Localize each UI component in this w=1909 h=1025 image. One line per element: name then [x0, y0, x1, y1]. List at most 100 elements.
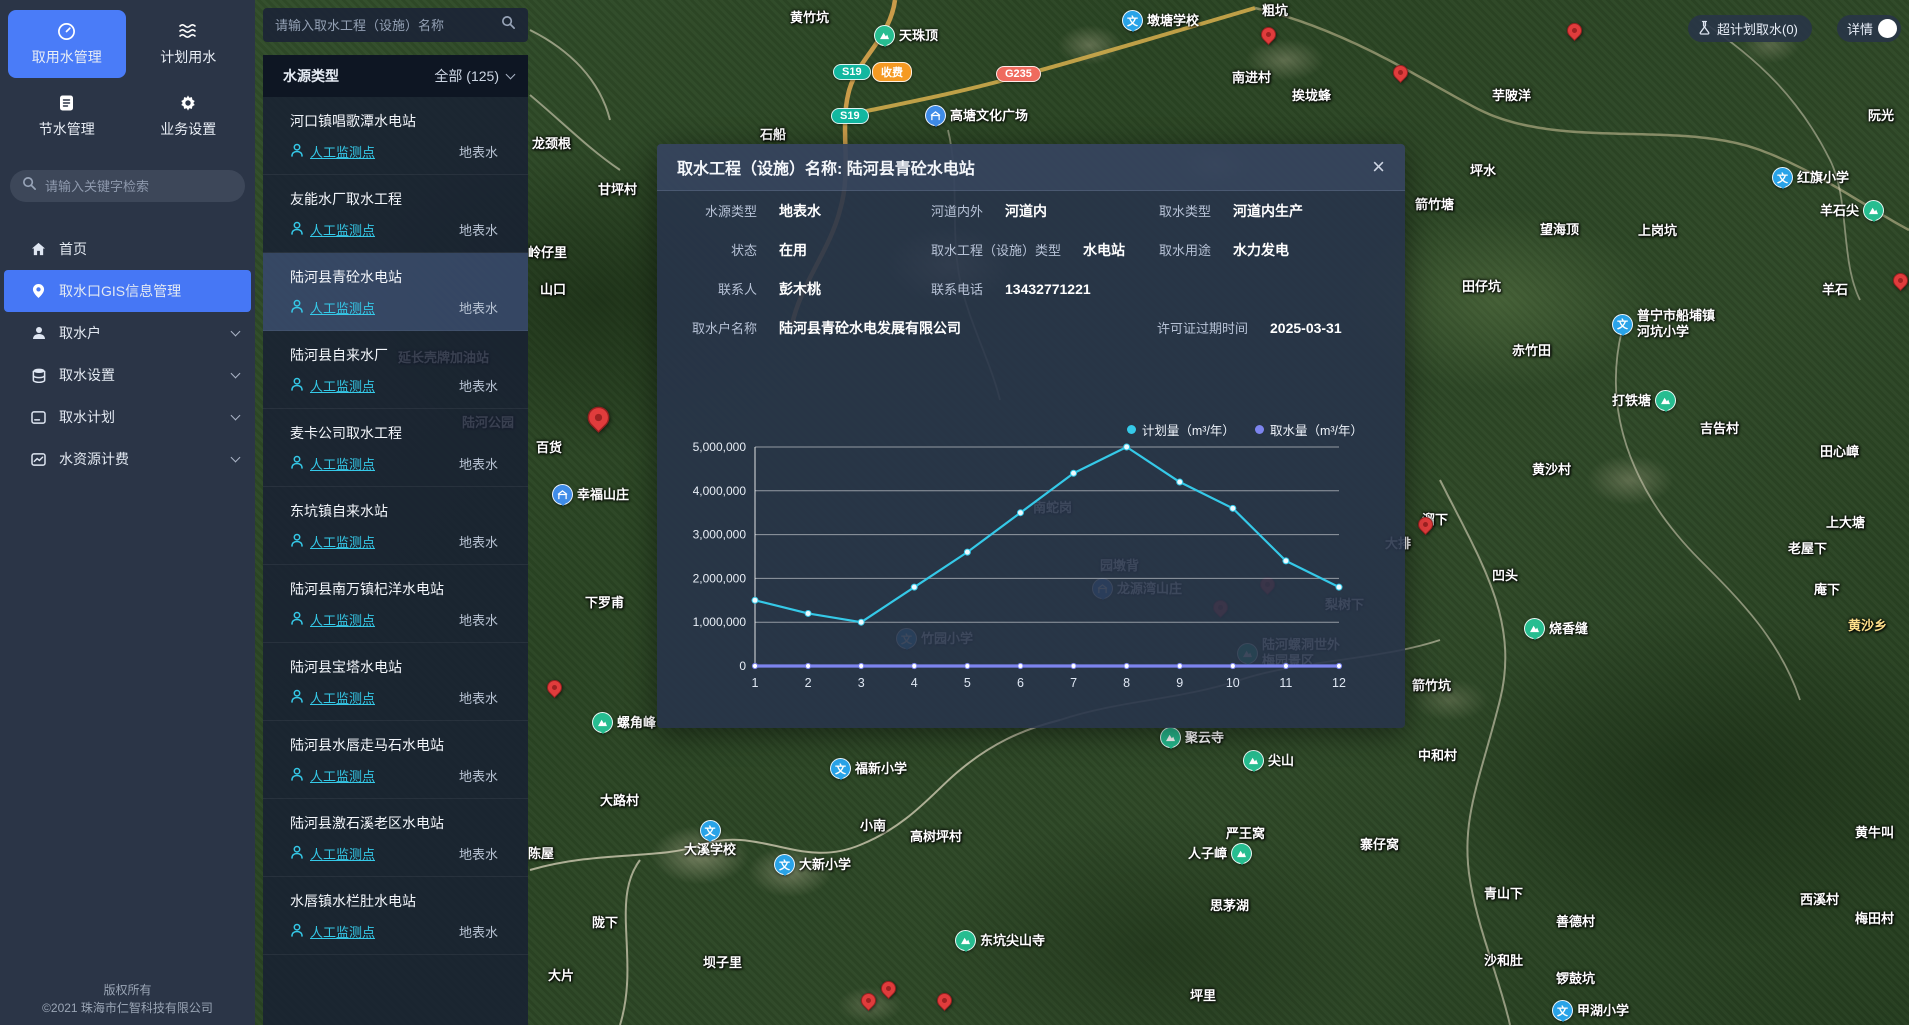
map-school-marker[interactable]: 文红旗小学 [1772, 167, 1849, 188]
monitor-link[interactable]: 人工监测点 [290, 376, 375, 395]
sidebar-item-1[interactable]: 首页 [0, 228, 255, 270]
map-school-marker[interactable]: 文大溪学校 [684, 820, 736, 858]
detail-row: 联系人彭木桃联系电话13432771221 [657, 269, 1405, 308]
map-place-label: 粗坑 [1262, 3, 1288, 19]
station-list-item[interactable]: 友能水厂取水工程人工监测点地表水 [263, 175, 528, 253]
svg-text:3: 3 [858, 676, 865, 690]
monitor-link[interactable]: 人工监测点 [290, 142, 375, 161]
keyword-search[interactable] [10, 170, 245, 202]
map-place-label: 坝子里 [703, 955, 742, 971]
map-school-marker[interactable]: 文大新小学 [774, 854, 851, 875]
app-tile-1[interactable]: 取用水管理 [8, 10, 126, 78]
map-mountain-marker[interactable]: 羊石尖 [1820, 200, 1884, 221]
map-marker-label: 红旗小学 [1797, 170, 1849, 186]
over-plan-button[interactable]: 超计划取水(0) [1688, 15, 1812, 42]
red-pin-marker[interactable] [1564, 20, 1585, 41]
map-marker-label: 人子嶂 [1188, 846, 1227, 862]
map-place-label: 下罗甫 [585, 595, 624, 611]
red-pin-marker[interactable] [1890, 270, 1909, 291]
map-mountain-marker[interactable]: 烧香缝 [1524, 618, 1588, 639]
detail-toggle[interactable]: 详情 [1837, 15, 1901, 42]
station-list-item[interactable]: 陆河县宝塔水电站人工监测点地表水 [263, 643, 528, 721]
sidebar-item-label: 取水设置 [59, 365, 115, 385]
monitor-link[interactable]: 人工监测点 [290, 766, 375, 785]
sidebar-item-4[interactable]: 取水设置 [0, 354, 255, 396]
map-place-label: 锣鼓坑 [1556, 971, 1595, 987]
red-pin-marker[interactable] [858, 990, 879, 1011]
map-mountain-marker[interactable]: 天珠顶 [874, 25, 938, 46]
map-place-label: 田心嶂 [1820, 444, 1859, 460]
map-place-label: 上岗坑 [1638, 223, 1677, 239]
monitor-link[interactable]: 人工监测点 [290, 688, 375, 707]
station-name: 陆河县青砼水电站 [290, 267, 498, 287]
map-mountain-marker[interactable]: 螺角峰 [592, 712, 656, 733]
monitor-link[interactable]: 人工监测点 [290, 298, 375, 317]
source-type-filter[interactable]: 全部 (125) [434, 66, 514, 86]
monitor-link[interactable]: 人工监测点 [290, 922, 375, 941]
toggle-knob[interactable] [1878, 19, 1897, 38]
red-pin-marker[interactable] [878, 978, 899, 999]
station-search[interactable] [263, 8, 528, 42]
station-list-item[interactable]: 陆河县激石溪老区水电站人工监测点地表水 [263, 799, 528, 877]
map-school-marker[interactable]: 文普宁市船埔镇 河坑小学 [1612, 308, 1715, 340]
map-mountain-marker[interactable]: 东坑尖山寺 [955, 930, 1045, 951]
detail-row: 水源类型地表水河道内外河道内取水类型河道内生产 [657, 191, 1405, 230]
svg-text:0: 0 [739, 659, 746, 673]
station-list-item[interactable]: 东坑镇自来水站人工监测点地表水 [263, 487, 528, 565]
sidebar-item-5[interactable]: 取水计划 [0, 396, 255, 438]
waves-icon [178, 21, 198, 41]
map-culture-marker[interactable]: 幸福山庄 [552, 484, 629, 505]
map-marker-label: 甲湖小学 [1577, 1003, 1629, 1019]
red-pin-marker[interactable] [934, 990, 955, 1011]
map-school-icon: 文 [1612, 314, 1633, 335]
card-icon [30, 411, 47, 424]
keyword-search-input[interactable] [45, 179, 233, 194]
sidebar-item-2[interactable]: 取水口GIS信息管理 [4, 270, 251, 312]
app-tile-3[interactable]: 节水管理 [8, 82, 126, 150]
svg-text:9: 9 [1176, 676, 1183, 690]
close-icon[interactable]: × [1372, 156, 1385, 178]
map-place-label: 箭竹坑 [1412, 678, 1451, 694]
monitor-link[interactable]: 人工监测点 [290, 610, 375, 629]
sidebar-item-3[interactable]: 取水户 [0, 312, 255, 354]
svg-text:8: 8 [1123, 676, 1130, 690]
app-tile-2[interactable]: 计划用水 [130, 10, 248, 78]
chevron-down-icon [231, 453, 241, 463]
map-culture-marker[interactable]: 高塘文化广场 [925, 105, 1028, 126]
map-place-label: 龙颈根 [532, 136, 571, 152]
station-list-item[interactable]: 河口镇唱歌潭水电站人工监测点地表水 [263, 97, 528, 175]
map-mountain-marker[interactable]: 尖山 [1243, 750, 1294, 771]
field-group: 联系电话13432771221 [931, 279, 1091, 299]
red-pin-marker[interactable] [544, 677, 565, 698]
app-tiles: 取用水管理计划用水节水管理业务设置 [0, 0, 255, 156]
monitor-link[interactable]: 人工监测点 [290, 220, 375, 239]
station-list-item[interactable]: 陆河县自来水厂人工监测点地表水 [263, 331, 528, 409]
map-place-label: 寨仔窝 [1360, 837, 1399, 853]
map-mountain-marker[interactable]: 打铁塘 [1612, 390, 1676, 411]
monitor-link[interactable]: 人工监测点 [290, 844, 375, 863]
app-tile-4[interactable]: 业务设置 [130, 82, 248, 150]
app-tile-label: 计划用水 [160, 47, 216, 67]
station-list-item[interactable]: 水唇镇水栏肚水电站人工监测点地表水 [263, 877, 528, 955]
red-pin-marker[interactable] [583, 402, 614, 433]
monitor-link[interactable]: 人工监测点 [290, 532, 375, 551]
red-pin-marker[interactable] [1258, 24, 1279, 45]
station-list-item[interactable]: 陆河县青砼水电站人工监测点地表水 [263, 253, 528, 331]
station-name: 陆河县宝塔水电站 [290, 657, 498, 677]
station-list-item[interactable]: 麦卡公司取水工程人工监测点地表水 [263, 409, 528, 487]
field-value: 水力发电 [1233, 242, 1289, 258]
map-school-marker[interactable]: 文甲湖小学 [1552, 1000, 1629, 1021]
map-mountain-marker[interactable]: 聚云寺 [1160, 727, 1224, 748]
map-place-label: 阮光 [1868, 108, 1894, 124]
red-pin-marker[interactable] [1390, 62, 1411, 83]
monitor-link[interactable]: 人工监测点 [290, 454, 375, 473]
map-mountain-marker[interactable]: 人子嶂 [1188, 843, 1252, 864]
map-school-marker[interactable]: 文福新小学 [830, 758, 907, 779]
sidebar-item-6[interactable]: 水资源计费 [0, 438, 255, 480]
station-list-item[interactable]: 陆河县水唇走马石水电站人工监测点地表水 [263, 721, 528, 799]
map-place-label: 赤竹田 [1512, 343, 1551, 359]
station-search-input[interactable] [275, 18, 501, 33]
station-list-item[interactable]: 陆河县南万镇杞洋水电站人工监测点地表水 [263, 565, 528, 643]
map-mountain-icon [955, 930, 976, 951]
map-school-marker[interactable]: 文墩塘学校 [1122, 10, 1199, 31]
